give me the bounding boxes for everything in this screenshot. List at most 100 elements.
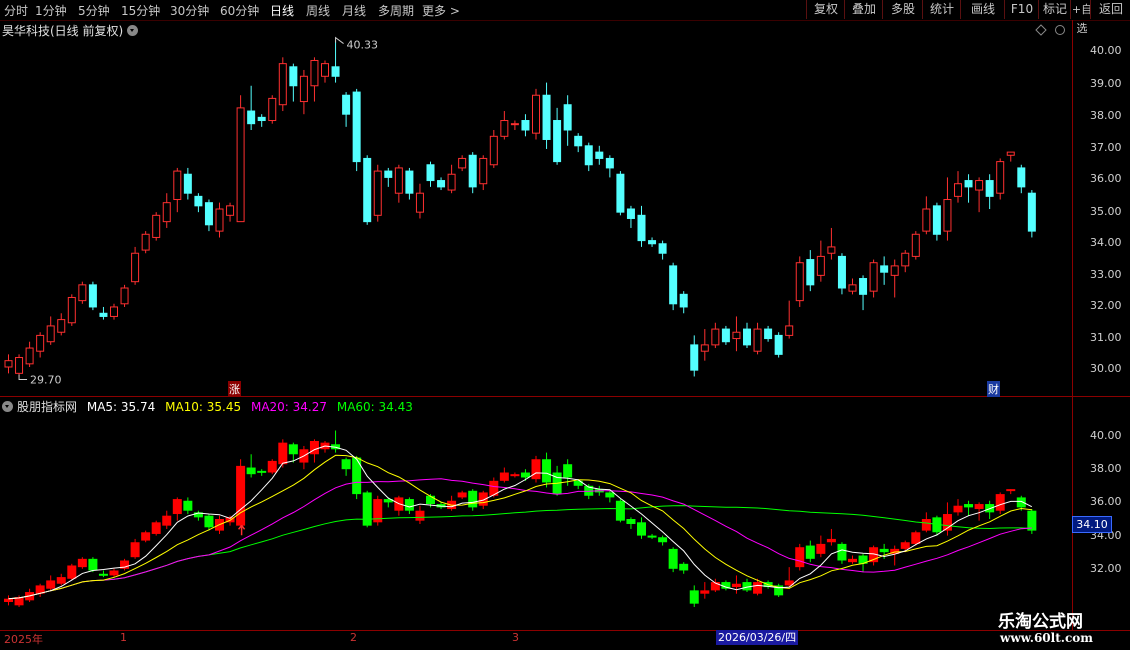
candle-body (774, 334, 783, 355)
cai-marker[interactable]: 财 (987, 381, 1000, 397)
ind-down-bar (679, 562, 689, 574)
up-candle (489, 130, 498, 168)
up-candle (479, 155, 488, 191)
ind-bar-body (637, 522, 646, 536)
down-candle (437, 177, 446, 191)
watermark-url: www.60lt.com (1000, 631, 1093, 645)
ind-down-bar (615, 499, 625, 523)
period-tab-fenshi[interactable]: 分时 (4, 2, 28, 19)
down-candle (384, 167, 393, 187)
candle-body (837, 255, 846, 289)
fuquan-button[interactable]: 复权 (806, 0, 845, 19)
ind-bar-body (236, 465, 246, 526)
candle-body (247, 110, 256, 125)
period-tab-monthly[interactable]: 月线 (342, 2, 366, 19)
indicator-chart[interactable] (0, 397, 1072, 630)
candle-body (447, 173, 456, 191)
y-tick-label: 36.00 (1090, 172, 1122, 185)
period-tab-daily[interactable]: 日线 (270, 2, 294, 19)
ind-up-bar (46, 575, 56, 591)
period-tab-more[interactable]: 更多 > (422, 2, 460, 19)
candle-body (173, 170, 182, 201)
candle-body (120, 287, 129, 305)
period-tab-1min[interactable]: 1分钟 (35, 2, 67, 19)
candle-body (131, 252, 140, 283)
period-tab-5min[interactable]: 5分钟 (78, 2, 110, 19)
up-candle (975, 177, 984, 213)
candle-body (25, 347, 34, 365)
up-candle (532, 88, 540, 140)
candle-body (363, 157, 372, 223)
ind-down-bar (626, 517, 636, 529)
candle-body (4, 360, 13, 368)
zhang-marker[interactable]: 涨 (228, 381, 241, 397)
down-candle (743, 322, 751, 349)
candle-body (342, 94, 351, 115)
candle-body (458, 157, 467, 169)
up-candle (78, 281, 87, 304)
period-tab-60min[interactable]: 60分钟 (220, 2, 259, 19)
ind-bar-body (278, 442, 288, 465)
period-tab-multi[interactable]: 多周期 (378, 2, 414, 19)
up-candle (869, 259, 878, 298)
multi-stock-button[interactable]: 多股 (882, 0, 923, 19)
up-candle (711, 322, 720, 349)
candlestick-chart[interactable]: 40.33 29.70 (0, 20, 1072, 396)
ind-bar-body (130, 542, 140, 558)
candle-body (194, 195, 203, 207)
candle-body (679, 293, 688, 308)
stats-button[interactable]: 统计 (922, 0, 961, 19)
date-label: 1 (120, 631, 127, 644)
candle-body (78, 284, 87, 302)
down-candle (1027, 190, 1036, 238)
ind-bar-body (4, 598, 13, 602)
candle-body (764, 328, 773, 340)
candle-body (964, 180, 973, 188)
candle-body (215, 208, 224, 232)
selected-date: 2026/03/26/四 (716, 630, 799, 645)
up-candle (500, 111, 509, 140)
f10-button[interactable]: F10 (1004, 0, 1039, 19)
down-candle (658, 240, 667, 260)
ind-bar-body (404, 499, 414, 511)
candle-body (278, 63, 287, 106)
candle-body (500, 120, 509, 137)
down-candle (194, 193, 203, 213)
candle-body (563, 104, 572, 131)
ind-bar-body (805, 545, 815, 559)
up-candle (785, 300, 794, 339)
up-candle (458, 155, 467, 172)
ind-bar-body (837, 543, 847, 561)
ind-bar-body (46, 580, 56, 589)
period-tab-30min[interactable]: 30分钟 (170, 2, 209, 19)
ind-bar-body (626, 519, 636, 524)
period-tab-15min[interactable]: 15分钟 (121, 2, 160, 19)
period-tab-weekly[interactable]: 周线 (306, 2, 330, 19)
y-tick-label: 40.00 (1090, 429, 1122, 442)
overlay-button[interactable]: 叠加 (844, 0, 883, 19)
candle-body (721, 328, 730, 343)
ind-up-bar (77, 557, 87, 569)
candle-body (67, 296, 76, 324)
ind-bar-body (109, 570, 119, 576)
up-candle (152, 212, 161, 241)
down-candle (99, 306, 108, 320)
mark-button[interactable]: 标记 (1038, 0, 1071, 19)
up-candle (162, 193, 171, 228)
ind-down-bar (774, 583, 784, 598)
down-candle (764, 325, 773, 342)
ind-up-bar (869, 545, 879, 566)
draw-line-button[interactable]: 画线 (960, 0, 1005, 19)
candle-body (595, 151, 604, 159)
ind-down-bar (341, 457, 351, 476)
up-candle (700, 329, 709, 361)
up-candle (816, 240, 825, 282)
candle-body (1006, 151, 1015, 156)
down-candle (183, 167, 192, 200)
ind-bar-body (995, 494, 1005, 511)
back-button[interactable]: 返回 (1090, 0, 1130, 19)
ind-bar-body (1027, 510, 1037, 531)
date-label: 3 (512, 631, 519, 644)
ind-up-bar (1006, 489, 1016, 495)
ind-bar-body (1016, 497, 1026, 508)
